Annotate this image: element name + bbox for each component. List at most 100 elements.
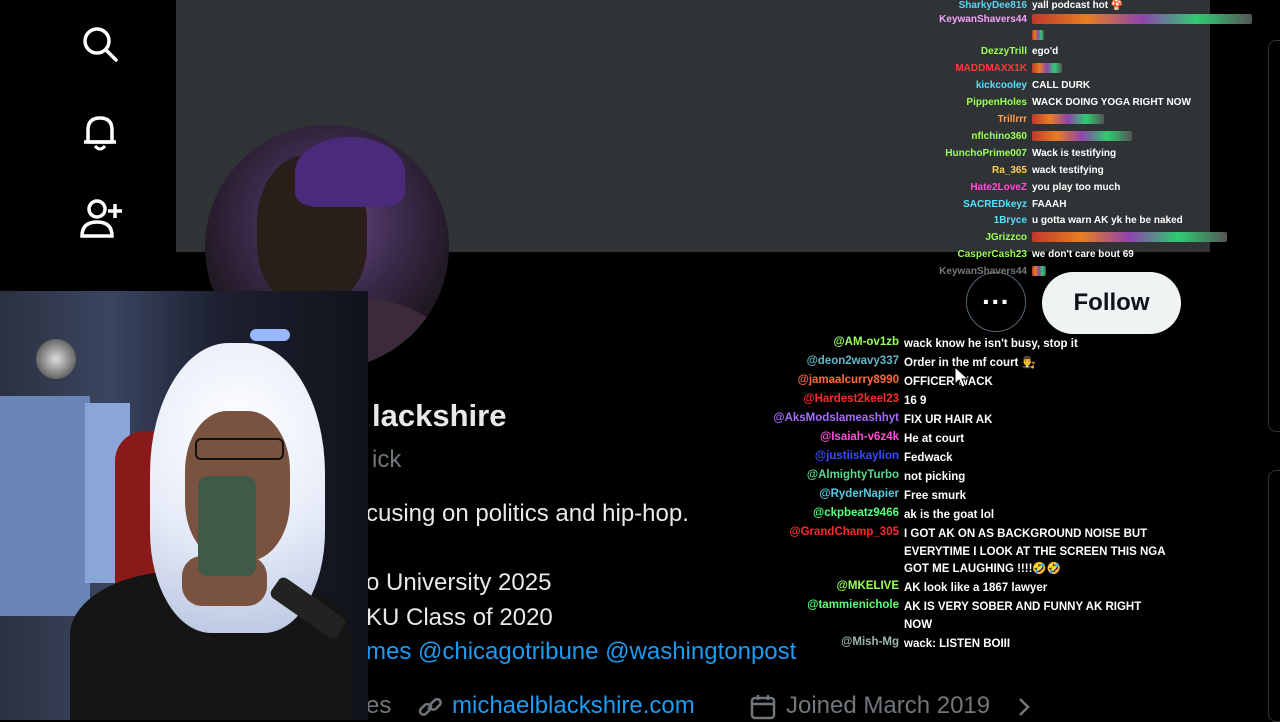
chat-username: KeywanShavers44: [939, 266, 1027, 277]
chat-username: @deon2wavy337: [806, 355, 899, 367]
profile-education-2: KU Class of 2020: [366, 604, 553, 631]
chat-message: Hate2LoveZ you play too much: [930, 182, 1260, 199]
chat-message: PippenHoles WACK DOING YOGA RIGHT NOW: [930, 97, 1260, 114]
profile-education-1: o University 2025: [366, 569, 552, 596]
chat-text: 16 9: [904, 395, 927, 407]
chat-message: CasperCash23 we don't care bout 69: [930, 249, 1260, 266]
chat-text: [1032, 14, 1252, 25]
chat-username: 1Bryce: [993, 215, 1027, 226]
chat-text: wack testifying: [1032, 165, 1104, 176]
chat-message: 1Bryce u gotta warn AK yk he be naked: [930, 215, 1260, 232]
chat-username: @GrandChamp_305: [789, 526, 899, 538]
chat-text: you play too much: [1032, 182, 1121, 193]
bell-icon[interactable]: [78, 110, 122, 154]
chat-text: FIX UR HAIR AK: [904, 414, 993, 426]
chicagotribune-link[interactable]: @chicagotribune: [418, 638, 598, 665]
chat-username: @jamaalcurry8990: [797, 374, 899, 386]
chat-message: [930, 30, 1260, 47]
chat-username: @MKELIVE: [836, 580, 899, 592]
chat-username: DezzyTrill: [980, 46, 1027, 57]
chat-text: [1032, 63, 1062, 74]
chat-text: EVERYTIME I LOOK AT THE SCREEN THIS NGA: [904, 545, 1166, 558]
chat-username: CasperCash23: [957, 249, 1027, 260]
emote-icon: [1032, 266, 1046, 277]
webcam-background-screen: [0, 396, 90, 616]
chat-username: @AlmightyTurbo: [806, 469, 899, 481]
chat-username: PippenHoles: [966, 97, 1027, 108]
chat-text: OFFICER WACK: [904, 376, 993, 388]
profile-meta-partial: es: [366, 692, 392, 719]
chevron-right-icon[interactable]: [1016, 692, 1032, 721]
chat-username: MADDMAXX1K: [955, 63, 1027, 74]
profile-handle: ick: [372, 446, 402, 473]
chat-message: Trillrrr: [930, 114, 1260, 131]
chat-message: DezzyTrill ego'd: [930, 46, 1260, 63]
chat-text: FAAAH: [1032, 199, 1067, 210]
chat-text: Free smurk: [904, 490, 967, 502]
chat-text: [1032, 114, 1104, 125]
disco-ball: [36, 339, 76, 379]
washingtonpost-link[interactable]: @washingtonpost: [605, 638, 796, 665]
chat-username: @justiiskaylion: [814, 450, 899, 462]
search-icon[interactable]: [78, 22, 122, 66]
emote-icon: [1032, 114, 1104, 125]
chat-text: Wack is testifying: [1032, 148, 1117, 159]
emote-icon: [1032, 232, 1227, 243]
chat-username: @Hardest2keel23: [803, 393, 899, 405]
chat-username: Hate2LoveZ: [970, 182, 1027, 193]
profile-bio-links: mes @chicagotribune @washingtonpost: [366, 638, 796, 666]
chat-username: @Isaiah-v6z4k: [820, 431, 899, 443]
profile-name: lackshire: [372, 398, 507, 433]
webcam-overlay: [0, 291, 368, 720]
chat-message: Ra_365 wack testifying: [930, 165, 1260, 182]
right-panel-edge: [1268, 470, 1280, 722]
link-icon: [416, 692, 444, 721]
chat-text: AK look like a 1867 lawyer: [904, 582, 1048, 594]
chat-text: I GOT AK ON AS BACKGROUND NOISE BUT: [904, 528, 1148, 540]
chat-username: kickcooley: [975, 80, 1027, 91]
chat-username: SACREDkeyz: [963, 199, 1027, 210]
emote-icon: [1032, 131, 1132, 142]
chat-text: Fedwack: [904, 452, 953, 464]
chat-text: [1032, 131, 1132, 142]
chat-text: wack know he isn't busy, stop it: [904, 338, 1078, 350]
emote-icon: [1032, 30, 1044, 41]
streamer-phone: [198, 476, 256, 576]
chat-username: nflchino360: [971, 131, 1027, 142]
chat-text: CALL DURK: [1032, 80, 1091, 91]
chat-message: SACREDkeyz FAAAH: [930, 199, 1260, 216]
right-panel-edge: [1268, 40, 1280, 432]
chat-text: He at court: [904, 433, 965, 445]
chat-text: WACK DOING YOGA RIGHT NOW: [1032, 97, 1191, 108]
bio-links-prefix: mes: [366, 638, 419, 665]
chat-message: KeywanShavers44: [930, 266, 1260, 283]
chat-username: @tammienichole: [807, 599, 899, 611]
chat-text: [1032, 266, 1046, 277]
joined-date: Joined March 2019: [786, 692, 991, 719]
streamer-glasses: [195, 438, 284, 460]
profile-bio: cusing on politics and hip-hop.: [366, 500, 689, 527]
add-user-icon[interactable]: [78, 196, 122, 240]
chat-text: yall podcast hot 🍄: [1032, 0, 1124, 11]
chat-text: wack: LISTEN BOIII: [904, 638, 1011, 650]
chat-text: [1032, 30, 1044, 41]
chat-text: ak is the goat lol: [904, 509, 995, 521]
calendar-icon: [750, 692, 776, 721]
chat-text: u gotta warn AK yk he be naked: [1032, 215, 1183, 226]
chat-text: AK IS VERY SOBER AND FUNNY AK RIGHT: [904, 601, 1142, 613]
website-link[interactable]: michaelblackshire.com: [452, 692, 695, 720]
chat-username: @RyderNapier: [819, 488, 899, 500]
emote-icon: [1032, 14, 1252, 25]
chat-username: @AksModslameashhyt: [773, 412, 899, 424]
chat-message: nflchino360: [930, 131, 1260, 148]
webcam-light: [250, 329, 290, 341]
chat-message: MADDMAXX1K: [930, 63, 1260, 80]
chat-username: Trillrrr: [997, 114, 1027, 125]
chat-message: HunchoPrime007 Wack is testifying: [930, 148, 1260, 165]
chat-message: kickcooley CALL DURK: [930, 80, 1260, 97]
chat-username: @Mish-Mg: [841, 636, 899, 648]
chat-text: we don't care bout 69: [1032, 249, 1134, 260]
chat-username: SharkyDee816: [958, 0, 1027, 11]
emote-icon: [1032, 63, 1062, 74]
chat-text: [1032, 232, 1227, 243]
